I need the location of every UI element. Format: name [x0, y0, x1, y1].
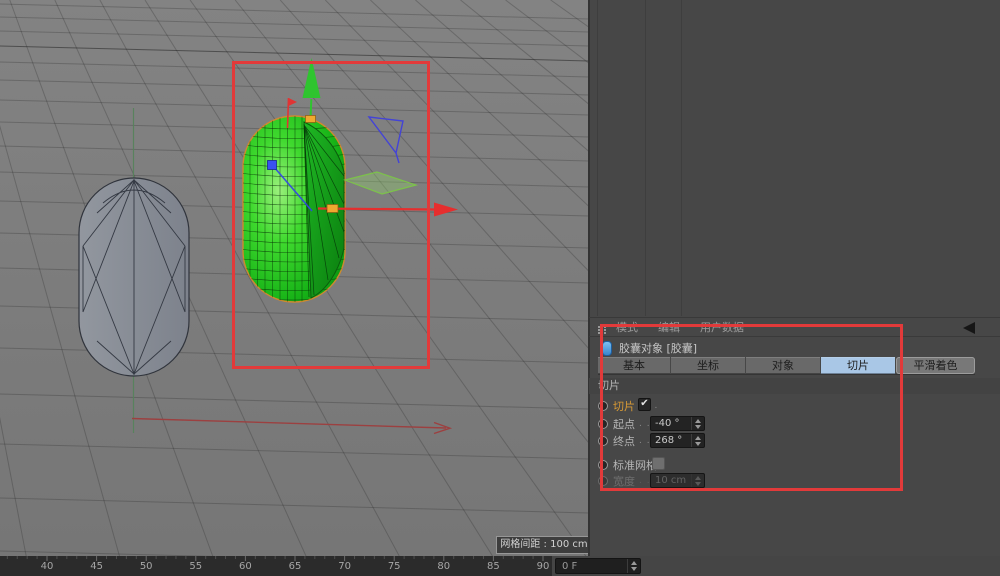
- timeline-ruler[interactable]: 40 45 50 55 60 65 70 75 80 85 90: [0, 556, 552, 576]
- handle-red-flag[interactable]: [289, 98, 298, 106]
- end-angle-value[interactable]: 268 °: [651, 435, 691, 446]
- tab-object[interactable]: 对象: [746, 357, 820, 374]
- panel-column-divider: [645, 0, 646, 316]
- cap-height-handle[interactable]: [306, 116, 316, 123]
- tab-phong[interactable]: 平滑着色(Phong): [896, 357, 975, 374]
- ruler-number: 75: [388, 561, 401, 572]
- capsule-object-icon: [602, 341, 612, 356]
- tab-coordinates[interactable]: 坐标: [671, 357, 745, 374]
- keyframe-circle-icon[interactable]: [598, 419, 608, 429]
- collapse-left-arrow-icon[interactable]: [963, 322, 975, 334]
- world-x-axis: [132, 419, 446, 429]
- c4d-window: 网格间距 : 100 cm 模式 编辑 用户数据 胶囊对象 [胶囊] 基本 坐标…: [0, 0, 1000, 576]
- ruler-number: 90: [537, 561, 550, 572]
- plane-handle-green[interactable]: [345, 172, 416, 194]
- current-frame-field[interactable]: 0 F: [555, 558, 641, 574]
- property-row-end: 终点 . . . 268 °: [598, 433, 898, 448]
- ruler-number: 70: [338, 561, 351, 572]
- slice-checkbox[interactable]: ✔: [638, 398, 651, 411]
- property-label: 标准网格: [613, 457, 657, 473]
- ruler-ticks: [0, 556, 552, 576]
- property-row-width: 宽度 . . . 10 cm: [598, 473, 898, 488]
- start-angle-value[interactable]: -40 °: [651, 418, 691, 429]
- section-header-slice: 切片: [589, 378, 1000, 394]
- ruler-number: 45: [90, 561, 103, 572]
- width-value: 10 cm: [651, 475, 691, 486]
- menu-item-edit[interactable]: 编辑: [658, 319, 680, 335]
- property-label: 宽度: [613, 473, 635, 489]
- radius-handle[interactable]: [327, 205, 338, 213]
- y-axis-arrowhead[interactable]: [303, 58, 321, 98]
- z-axis-handle[interactable]: [268, 161, 277, 170]
- x-axis-arrowhead[interactable]: [434, 203, 458, 217]
- object-title: 胶囊对象 [胶囊]: [619, 340, 697, 356]
- ruler-number: 80: [437, 561, 450, 572]
- property-row-slice: 切片 . . . ✔: [598, 398, 898, 413]
- ruler-number: 85: [487, 561, 500, 572]
- keyframe-circle-icon[interactable]: [598, 436, 608, 446]
- property-row-standard-mesh: 标准网格: [598, 457, 898, 472]
- viewport-panel-divider: [588, 0, 590, 556]
- start-angle-field[interactable]: -40 °: [650, 416, 705, 431]
- spinner-arrows-icon[interactable]: [691, 434, 704, 447]
- ruler-number: 40: [41, 561, 54, 572]
- attribute-manager-menubar: 模式 编辑 用户数据: [589, 317, 1000, 337]
- handle-red-flag-line[interactable]: [288, 98, 289, 128]
- width-field-disabled: 10 cm: [650, 473, 705, 488]
- viewport-3d[interactable]: 网格间距 : 100 cm: [0, 0, 589, 556]
- property-label: 起点: [613, 416, 635, 432]
- menu-item-mode[interactable]: 模式: [616, 319, 638, 335]
- menu-grid-icon[interactable]: [598, 326, 600, 328]
- object-title-row: 胶囊对象 [胶囊]: [602, 340, 697, 356]
- grid-spacing-badge: 网格间距 : 100 cm: [496, 536, 589, 554]
- keyframe-circle-icon[interactable]: [598, 401, 608, 411]
- ruler-number: 65: [289, 561, 302, 572]
- viewport-scene: [0, 0, 589, 556]
- spinner-arrows-icon[interactable]: [691, 417, 704, 430]
- tab-slice[interactable]: 切片: [821, 357, 895, 374]
- property-row-start: 起点 . . . -40 °: [598, 416, 898, 431]
- panel-column-divider: [597, 0, 598, 316]
- keyframe-circle-icon: [598, 476, 608, 486]
- menu-item-userdata[interactable]: 用户数据: [700, 319, 744, 335]
- ruler-number: 50: [140, 561, 153, 572]
- property-label: 终点: [613, 433, 635, 449]
- property-label: 切片: [613, 398, 635, 414]
- current-frame-value[interactable]: 0 F: [556, 561, 627, 572]
- ruler-number: 60: [239, 561, 252, 572]
- standard-mesh-checkbox[interactable]: [652, 457, 665, 470]
- attribute-tabs: 基本 坐标 对象 切片 平滑着色(Phong): [598, 357, 975, 375]
- keyframe-circle-icon[interactable]: [598, 460, 608, 470]
- timeline-bar: 40 45 50 55 60 65 70 75 80 85 90 0 F: [0, 556, 1000, 576]
- panel-column-divider: [681, 0, 682, 316]
- capsule-mesh-gray[interactable]: [79, 178, 189, 376]
- tab-basic[interactable]: 基本: [598, 357, 670, 374]
- ruler-number: 55: [189, 561, 202, 572]
- spinner-arrows-icon: [691, 474, 704, 487]
- end-angle-field[interactable]: 268 °: [650, 433, 705, 448]
- spinner-arrows-icon[interactable]: [627, 559, 640, 573]
